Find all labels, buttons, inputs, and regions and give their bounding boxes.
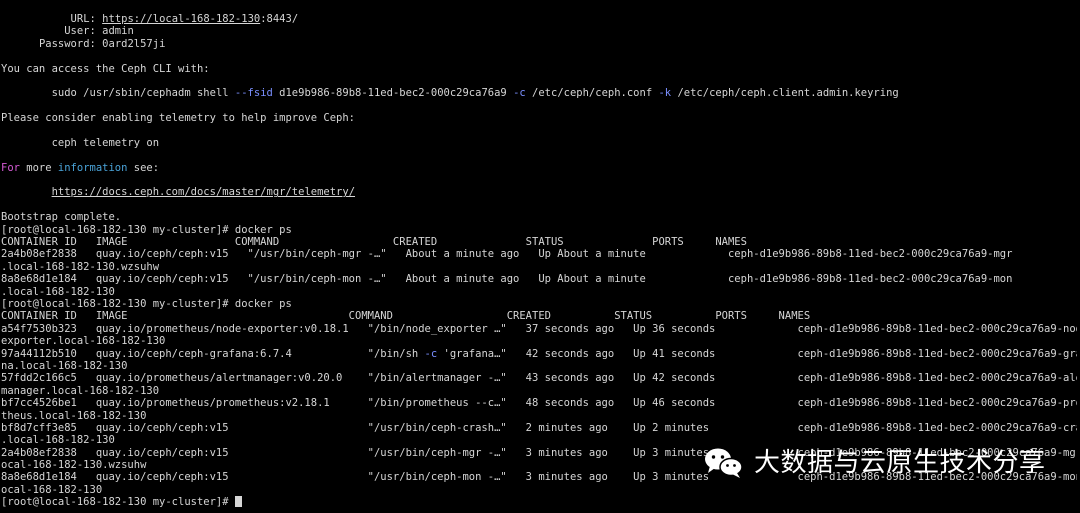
bootstrap-complete: Bootstrap complete.	[1, 211, 122, 224]
cephadm-shell-command: sudo /usr/sbin/cephadm shell --fsid d1e9…	[51, 87, 899, 100]
table-header: CONTAINER ID IMAGE COMMAND CREATED STATU…	[1, 310, 811, 323]
cli-intro: You can access the Ceph CLI with:	[1, 62, 210, 75]
watermark: 大数据与云原生技术分享	[703, 441, 1046, 485]
table-row: a54f7530b323 quay.io/prometheus/node-exp…	[1, 322, 1077, 335]
table-row: 97a44112b510 quay.io/ceph/ceph-grafana:6…	[1, 347, 1077, 360]
telemetry-doc-link[interactable]: https://docs.ceph.com/docs/master/mgr/te…	[52, 186, 355, 198]
shell-prompt-active[interactable]: [root@local-168-182-130 my-cluster]#	[1, 496, 1077, 508]
dashboard-url-link[interactable]: https://local-168-182-130	[102, 13, 260, 25]
table-row: .local-168-182-130.wzsuhw	[1, 260, 160, 273]
table-row: bf8d7cff3e85 quay.io/ceph/ceph:v15 "/usr…	[1, 421, 1077, 434]
table-header: CONTAINER ID IMAGE COMMAND CREATED STATU…	[1, 236, 747, 249]
table-row: 8a8e68d1e184 quay.io/ceph/ceph:v15 "/usr…	[1, 273, 1013, 286]
dashboard-user-line: User: admin	[64, 25, 134, 38]
dashboard-url-line: URL: https://local-168-182-130:8443/	[70, 13, 299, 25]
table-row: na.local-168-182-130	[1, 359, 128, 372]
table-row: 2a4b08ef2838 quay.io/ceph/ceph:v15 "/usr…	[1, 248, 1013, 261]
telemetry-command: ceph telemetry on	[51, 136, 160, 149]
shell-prompt: [root@local-168-182-130 my-cluster]# doc…	[1, 223, 292, 236]
table-row: 57fdd2c166c5 quay.io/prometheus/alertman…	[1, 372, 1077, 385]
table-row: ocal-168-182-130	[1, 483, 103, 496]
telemetry-intro: Please consider enabling telemetry to he…	[1, 112, 356, 125]
dashboard-password-line: Password: 0ard2l57ji	[38, 37, 166, 50]
watermark-text: 大数据与云原生技术分享	[754, 447, 1046, 478]
table-row: .local-168-182-130	[1, 285, 115, 298]
table-row: theus.local-168-182-130	[1, 409, 147, 422]
more-info-line: For more information see:	[1, 161, 160, 174]
table-row: exporter.local-168-182-130	[1, 335, 166, 348]
table-row: bf7cc4526be1 quay.io/prometheus/promethe…	[1, 397, 1077, 410]
wechat-icon	[705, 448, 743, 478]
telemetry-doc-line: https://docs.ceph.com/docs/master/mgr/te…	[1, 186, 1077, 198]
shell-prompt: [root@local-168-182-130 my-cluster]# doc…	[1, 297, 292, 310]
table-row: manager.local-168-182-130	[1, 384, 160, 397]
terminal-output[interactable]: URL: https://local-168-182-130:8443/ Use…	[1, 13, 1077, 509]
terminal-cursor	[234, 496, 242, 508]
